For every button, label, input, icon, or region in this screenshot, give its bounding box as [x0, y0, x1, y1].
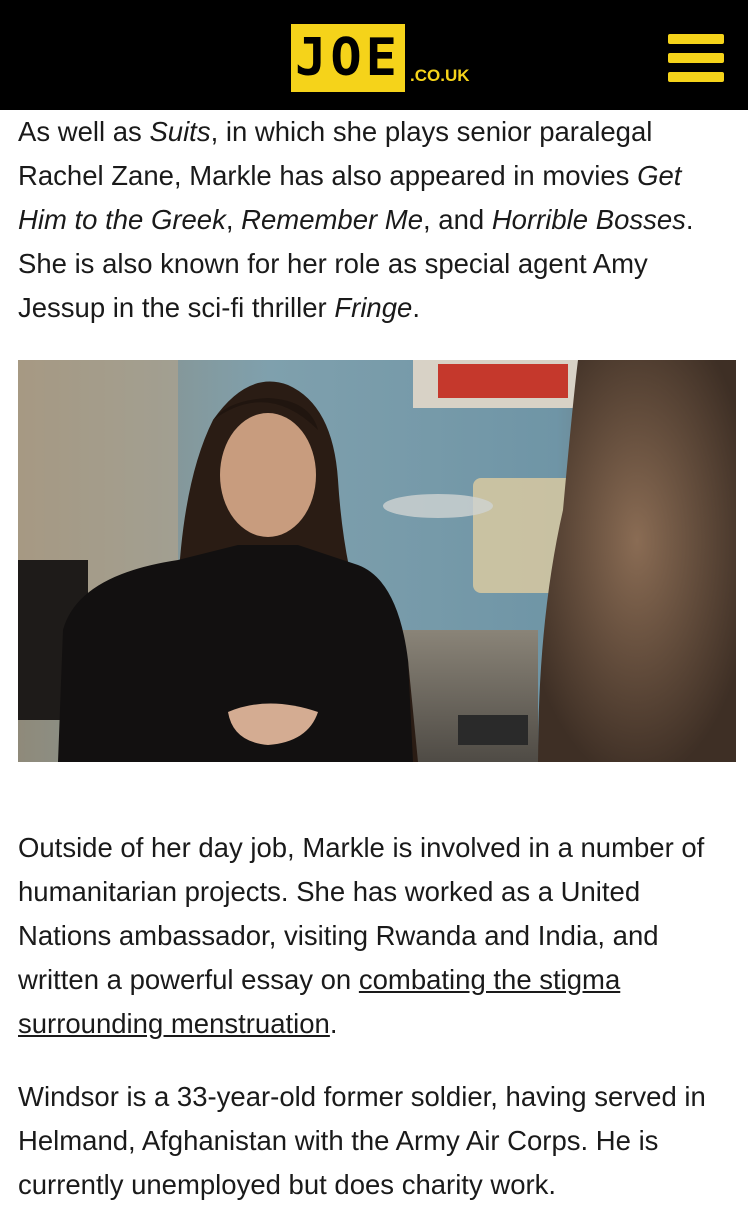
- title-suits: Suits: [149, 116, 211, 147]
- article-paragraph-3: Windsor is a 33-year-old former soldier,…: [18, 1081, 706, 1200]
- para1-text-3: ,: [225, 204, 242, 235]
- site-logo[interactable]: JOE: [291, 24, 405, 92]
- article-paragraph-1: As well as Suits, in which she plays sen…: [18, 110, 730, 330]
- article-paragraph-2: Outside of her day job, Markle is involv…: [18, 826, 730, 1046]
- menu-bar-top: [668, 34, 724, 44]
- article-photo: [18, 360, 736, 762]
- logo-text: JOE: [295, 28, 401, 88]
- title-fringe: Fringe: [334, 292, 413, 323]
- menu-bar-middle: [668, 53, 724, 63]
- title-horrible-bosses: Horrible Bosses: [491, 204, 686, 235]
- hamburger-menu-icon[interactable]: [668, 34, 726, 82]
- para1-text-6: .: [412, 292, 420, 323]
- para1-text-4: , and: [423, 204, 492, 235]
- title-remember-me: Remember Me: [241, 204, 423, 235]
- para1-text-1: As well as: [18, 116, 150, 147]
- site-header: JOE .CO.UK: [0, 0, 748, 110]
- logo-domain-suffix: .CO.UK: [410, 66, 470, 85]
- menu-bar-bottom: [668, 72, 724, 82]
- para2-text-2: .: [329, 1008, 338, 1039]
